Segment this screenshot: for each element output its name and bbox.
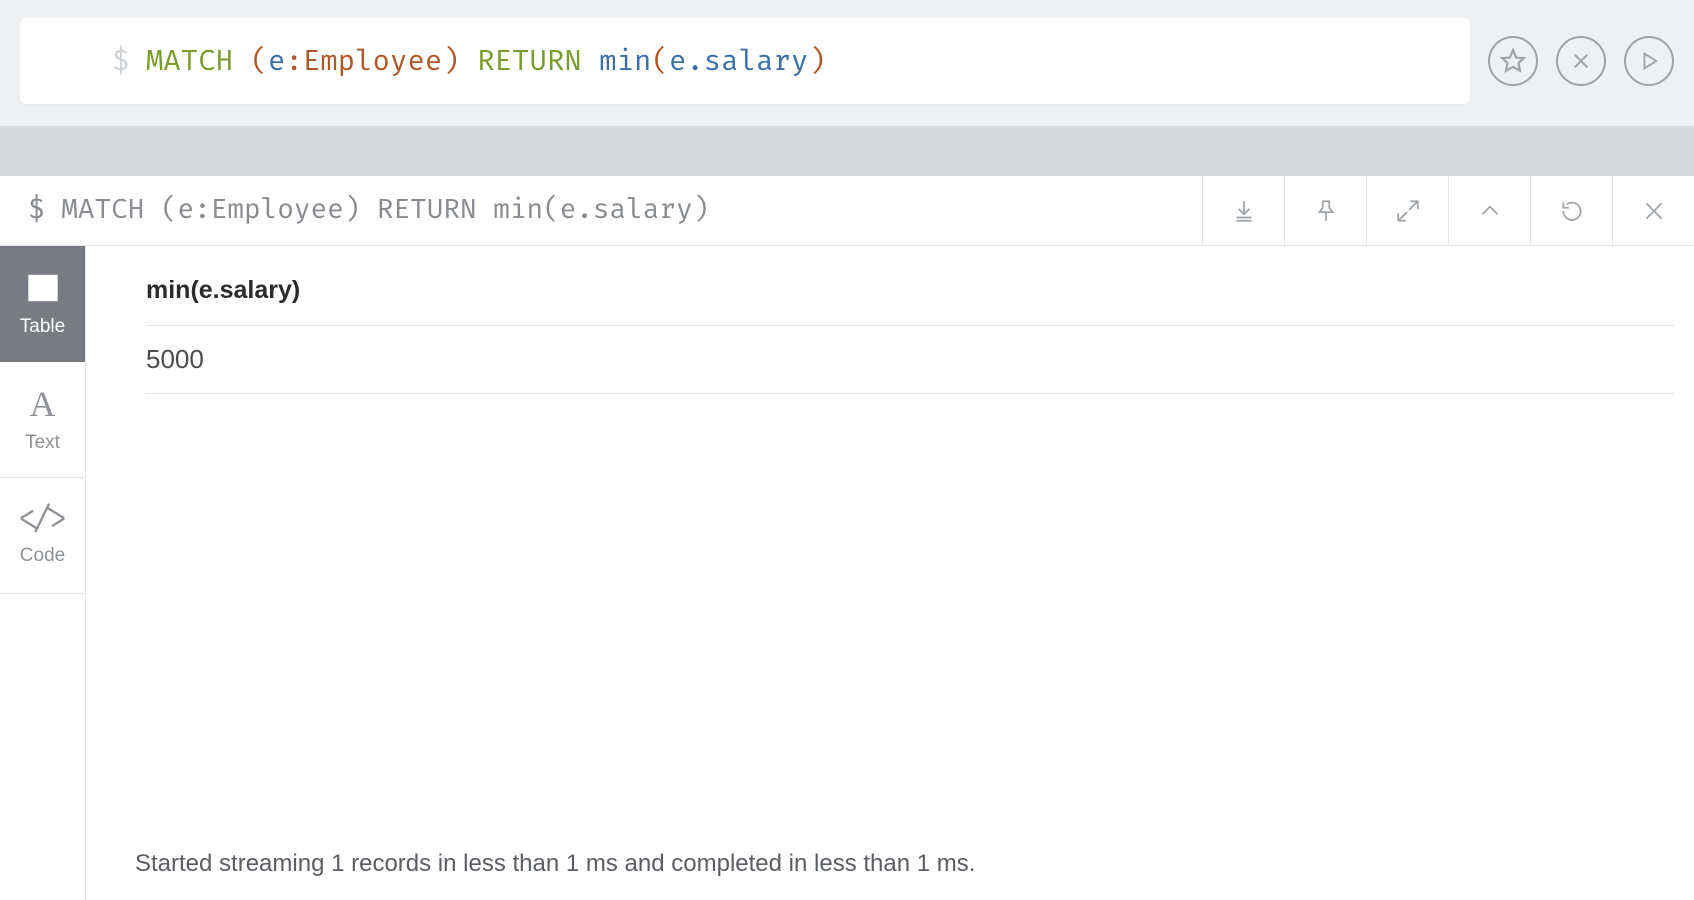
clear-button[interactable] [1556, 36, 1606, 86]
editor-code: MATCH (e:Employee) RETURN min(e.salary) [112, 44, 826, 79]
run-button[interactable] [1624, 36, 1674, 86]
token-label-employee: Employee [303, 44, 442, 79]
download-icon [1231, 198, 1257, 224]
token-dot: . [686, 44, 703, 79]
editor-bar: $ MATCH (e:Employee) RETURN min(e.salary… [0, 0, 1694, 126]
pin-icon [1313, 198, 1339, 224]
token-rparen2: ) [808, 44, 825, 79]
view-tabs: Table A Text </> Code [0, 246, 86, 900]
token-match: MATCH [146, 44, 233, 79]
result-frame: $ MATCH (e:Employee) RETURN min(e.salary… [0, 176, 1694, 900]
close-result-button[interactable] [1612, 176, 1694, 245]
close-icon [1641, 198, 1667, 224]
result-body: Table A Text </> Code min(e.salary) 5000… [0, 246, 1694, 900]
result-content: min(e.salary) 5000 [86, 246, 1694, 900]
token-var-e2: e [669, 44, 686, 79]
export-button[interactable] [1202, 176, 1284, 245]
result-query-echo: $ MATCH (e:Employee) RETURN min(e.salary… [28, 194, 709, 227]
pin-button[interactable] [1284, 176, 1366, 245]
tab-table[interactable]: Table [0, 246, 85, 362]
status-line: Started streaming 1 records in less than… [135, 850, 975, 878]
result-table: min(e.salary) 5000 [146, 246, 1674, 394]
tab-text-label: Text [25, 432, 60, 454]
tab-table-label: Table [20, 316, 65, 338]
query-editor[interactable]: $ MATCH (e:Employee) RETURN min(e.salary… [20, 18, 1470, 104]
chevron-up-icon [1477, 198, 1503, 224]
favorite-button[interactable] [1488, 36, 1538, 86]
token-prop-salary: salary [704, 44, 809, 79]
token-colon: : [285, 44, 302, 79]
table-cell: 5000 [146, 326, 1674, 394]
result-actions [1202, 176, 1694, 245]
code-icon: </> [15, 505, 70, 535]
play-icon [1638, 50, 1660, 72]
token-lparen2: ( [652, 44, 669, 79]
toolbar-strip [0, 126, 1694, 176]
column-header: min(e.salary) [146, 246, 1674, 326]
table-icon [25, 270, 61, 306]
expand-icon [1395, 198, 1421, 224]
refresh-icon [1559, 198, 1585, 224]
tab-code-label: Code [20, 545, 65, 567]
fullscreen-button[interactable] [1366, 176, 1448, 245]
tab-code[interactable]: </> Code [0, 478, 85, 594]
token-var-e: e [268, 44, 285, 79]
token-rparen: ) [442, 44, 459, 79]
collapse-button[interactable] [1448, 176, 1530, 245]
result-header: $ MATCH (e:Employee) RETURN min(e.salary… [0, 176, 1694, 246]
text-icon: A [30, 386, 56, 422]
editor-prompt: $ [112, 44, 129, 79]
token-func-min: min [599, 44, 651, 79]
token-lparen: ( [251, 44, 268, 79]
close-icon [1570, 50, 1592, 72]
rerun-button[interactable] [1530, 176, 1612, 245]
token-return: RETURN [477, 44, 582, 79]
tab-text[interactable]: A Text [0, 362, 85, 478]
star-icon [1500, 48, 1526, 74]
